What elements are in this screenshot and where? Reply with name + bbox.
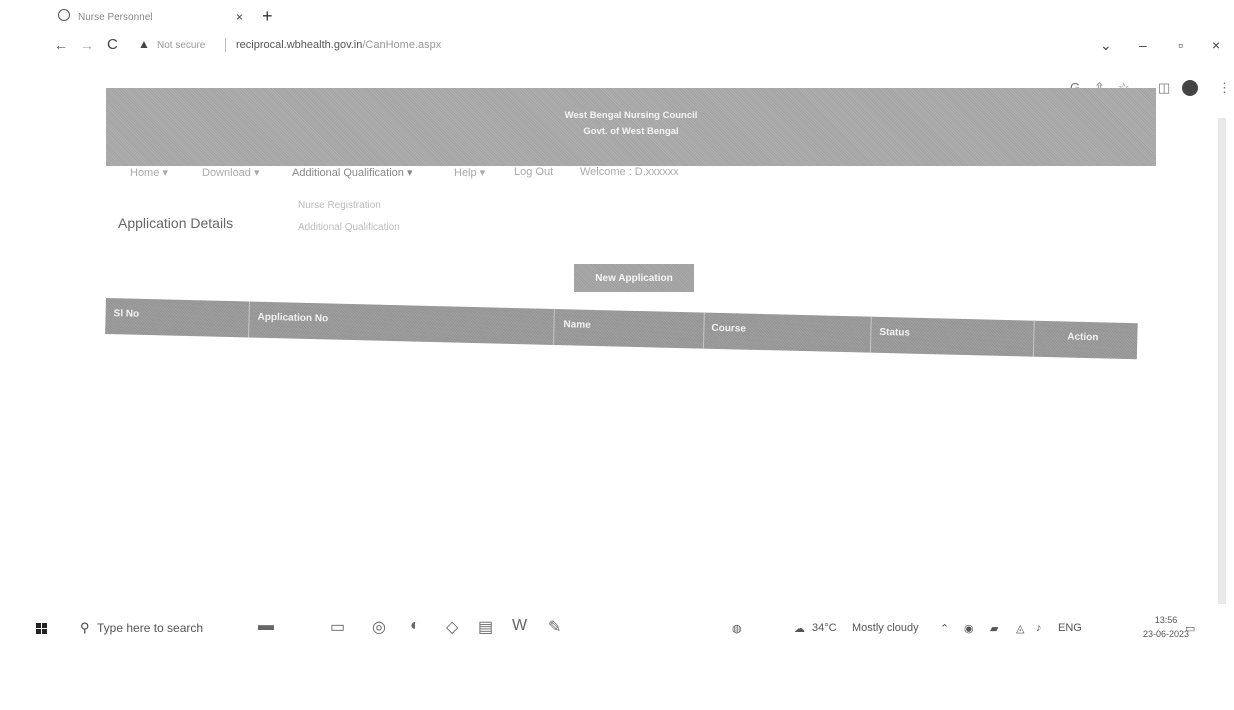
warning-icon[interactable]: ▲ bbox=[138, 37, 150, 51]
search-icon[interactable]: ⚲ bbox=[80, 620, 90, 636]
url-host: reciprocal.wbhealth.gov.in bbox=[236, 39, 363, 51]
language-indicator[interactable]: ENG bbox=[1058, 622, 1082, 634]
tab-close-icon[interactable]: × bbox=[236, 10, 243, 24]
menu-download[interactable]: Download ▾ bbox=[202, 166, 260, 179]
menu-home[interactable]: Home ▾ bbox=[130, 166, 168, 179]
globe-icon bbox=[58, 9, 70, 21]
column-header-sl-no: Sl No bbox=[113, 308, 140, 320]
weather-icon: ☁ bbox=[794, 623, 805, 635]
network-tray-icon[interactable]: ◍ bbox=[732, 622, 742, 635]
task-view-icon[interactable]: ▬ bbox=[258, 617, 274, 635]
battery-tray-icon[interactable]: ▰ bbox=[990, 622, 998, 635]
kebab-menu-icon[interactable]: ⋮ bbox=[1218, 80, 1231, 96]
back-arrow-icon[interactable]: ← bbox=[54, 37, 68, 53]
word-icon[interactable]: W bbox=[512, 617, 527, 635]
menu-additional-qualification[interactable]: Additional Qualification ▾ bbox=[292, 166, 412, 179]
forward-arrow-icon[interactable]: → bbox=[80, 37, 94, 53]
url-path: /CanHome.aspx bbox=[362, 39, 442, 51]
close-window-icon[interactable]: × bbox=[1212, 37, 1220, 53]
media-player-icon[interactable]: ◐ bbox=[410, 617, 420, 635]
new-application-button[interactable]: New Application bbox=[574, 264, 694, 292]
paint-icon[interactable]: ✎ bbox=[548, 617, 561, 637]
column-divider bbox=[248, 301, 250, 338]
chevron-up-icon[interactable]: ⌃ bbox=[940, 622, 949, 635]
tab-title[interactable]: Nurse Personnel bbox=[78, 12, 152, 23]
applications-table-header: Sl No Application No Name Course Status … bbox=[105, 298, 1138, 360]
side-panel-icon[interactable]: ◫ bbox=[1158, 80, 1170, 96]
windows-start-icon[interactable] bbox=[36, 623, 48, 635]
url-divider bbox=[225, 38, 226, 52]
page-scrollbar[interactable] bbox=[1218, 118, 1226, 604]
profile-avatar-icon[interactable] bbox=[1182, 80, 1198, 96]
document-app-icon[interactable]: ▤ bbox=[478, 617, 493, 637]
taskbar-search-input[interactable]: Type here to search bbox=[97, 621, 203, 635]
column-divider bbox=[869, 316, 872, 353]
new-tab-button[interactable]: + bbox=[262, 6, 273, 27]
column-divider bbox=[552, 308, 555, 345]
header-subtitle: Govt. of West Bengal bbox=[583, 126, 679, 137]
volume-icon[interactable]: ♪ bbox=[1036, 622, 1042, 634]
weather-description[interactable]: Mostly cloudy bbox=[852, 622, 919, 634]
column-divider bbox=[702, 312, 705, 349]
column-header-status: Status bbox=[879, 326, 911, 339]
welcome-user: Welcome : D.xxxxxx bbox=[580, 166, 679, 178]
dropdown-item-additional-qualification[interactable]: Additional Qualification bbox=[298, 222, 400, 233]
column-header-course: Course bbox=[711, 322, 747, 335]
page-title: Application Details bbox=[118, 215, 234, 231]
menu-logout[interactable]: Log Out bbox=[514, 166, 553, 178]
taskbar-clock[interactable]: 13:56 23-06-2023 bbox=[1143, 613, 1189, 641]
reload-icon[interactable]: C bbox=[107, 36, 118, 53]
dropdown-item-nurse-registration[interactable]: Nurse Registration bbox=[298, 200, 381, 211]
column-header-name: Name bbox=[563, 319, 591, 331]
address-bar[interactable]: reciprocal.wbhealth.gov.in/CanHome.aspx bbox=[236, 39, 441, 51]
restore-icon[interactable]: ▫ bbox=[1178, 37, 1183, 53]
wifi-tray-icon[interactable]: ◬ bbox=[1016, 622, 1024, 635]
browser-icon[interactable]: ◎ bbox=[372, 617, 386, 637]
weather-temperature[interactable]: 34°C bbox=[812, 622, 837, 634]
site-header-banner: West Bengal Nursing Council Govt. of Wes… bbox=[106, 88, 1156, 166]
column-header-action: Action bbox=[1067, 331, 1099, 344]
chevron-down-icon[interactable]: ⌄ bbox=[1100, 37, 1112, 54]
clock-time: 13:56 bbox=[1154, 615, 1178, 625]
not-secure-label[interactable]: Not secure bbox=[157, 40, 205, 51]
onedrive-tray-icon[interactable]: ◉ bbox=[964, 622, 974, 635]
photos-icon[interactable]: ◇ bbox=[446, 617, 458, 637]
file-explorer-icon[interactable]: ▭ bbox=[330, 617, 345, 637]
header-title: West Bengal Nursing Council bbox=[564, 110, 698, 121]
menu-help[interactable]: Help ▾ bbox=[454, 166, 485, 179]
minimize-icon[interactable]: – bbox=[1139, 37, 1147, 53]
column-divider bbox=[1032, 320, 1035, 357]
column-header-application-no: Application No bbox=[257, 311, 329, 325]
clock-date: 23-06-2023 bbox=[1143, 629, 1190, 639]
notification-icon[interactable]: ▭ bbox=[1185, 622, 1195, 635]
